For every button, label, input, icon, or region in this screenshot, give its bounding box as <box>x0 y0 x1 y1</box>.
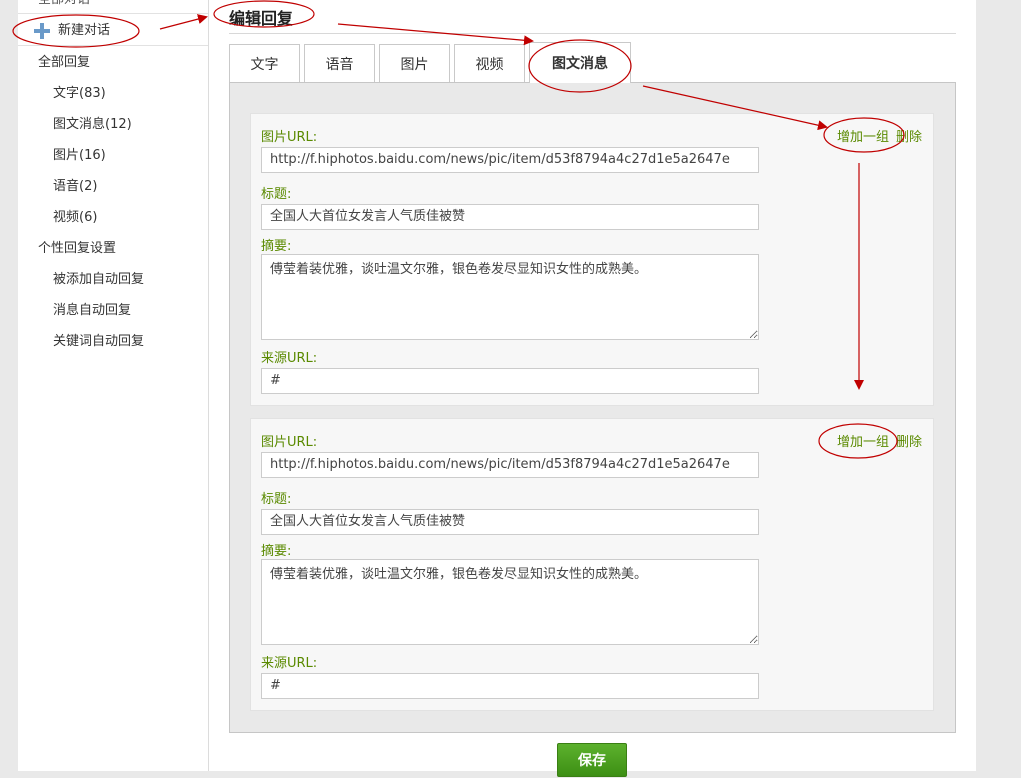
save-button[interactable]: 保存 <box>557 743 627 777</box>
add-group-link[interactable]: 增加一组 <box>837 431 889 450</box>
add-group-link[interactable]: 增加一组 <box>837 126 889 145</box>
sidebar-all-conversations[interactable]: 全部对话 <box>38 0 90 9</box>
tab-voice[interactable]: 语音 <box>304 44 375 82</box>
delete-group-link[interactable]: 删除 <box>896 126 922 145</box>
tab-news[interactable]: 图文消息 <box>529 42 631 83</box>
sidebar-item-image[interactable]: 图片(16) <box>53 147 106 165</box>
sidebar-item-voice[interactable]: 语音(2) <box>53 178 97 196</box>
title-input[interactable]: 全国人大首位女发言人气质佳被赞 <box>261 204 759 230</box>
tab-image[interactable]: 图片 <box>379 44 450 82</box>
sidebar-item-keyword-reply[interactable]: 关键词自动回复 <box>53 333 144 351</box>
title-divider <box>229 33 956 34</box>
sidebar-item-message-reply[interactable]: 消息自动回复 <box>53 302 131 320</box>
source-url-label: 来源URL: <box>261 351 318 366</box>
sidebar-new-chat[interactable]: 新建对话 <box>58 22 110 40</box>
source-url-input[interactable]: # <box>261 673 759 699</box>
sidebar-item-follow-reply[interactable]: 被添加自动回复 <box>53 271 144 289</box>
sidebar-custom-settings[interactable]: 个性回复设置 <box>38 240 116 258</box>
summary-textarea[interactable]: 傅莹着装优雅，谈吐温文尔雅，银色卷发尽显知识女性的成熟美。 <box>261 254 759 340</box>
sidebar-item-video[interactable]: 视频(6) <box>53 209 97 227</box>
page-title: 编辑回复 <box>229 9 294 28</box>
delete-group-link[interactable]: 删除 <box>896 431 922 450</box>
title-label: 标题: <box>261 492 292 507</box>
title-input[interactable]: 全国人大首位女发言人气质佳被赞 <box>261 509 759 535</box>
title-label: 标题: <box>261 187 292 202</box>
image-url-input[interactable]: http://f.hiphotos.baidu.com/news/pic/ite… <box>261 452 759 478</box>
sidebar-divider <box>18 13 208 14</box>
summary-textarea[interactable]: 傅莹着装优雅，谈吐温文尔雅，银色卷发尽显知识女性的成熟美。 <box>261 559 759 645</box>
image-url-label: 图片URL: <box>261 435 318 450</box>
sidebar-divider <box>18 45 208 46</box>
sidebar-item-news[interactable]: 图文消息(12) <box>53 116 132 134</box>
source-url-input[interactable]: # <box>261 368 759 394</box>
image-url-label: 图片URL: <box>261 130 318 145</box>
source-url-label: 来源URL: <box>261 656 318 671</box>
tab-video[interactable]: 视频 <box>454 44 525 82</box>
summary-label: 摘要: <box>261 239 292 254</box>
tab-text[interactable]: 文字 <box>229 44 300 82</box>
plus-icon[interactable] <box>34 23 50 39</box>
image-url-input[interactable]: http://f.hiphotos.baidu.com/news/pic/ite… <box>261 147 759 173</box>
summary-label: 摘要: <box>261 544 292 559</box>
sidebar-all-replies[interactable]: 全部回复 <box>38 54 90 72</box>
sidebar-item-text[interactable]: 文字(83) <box>53 85 106 103</box>
